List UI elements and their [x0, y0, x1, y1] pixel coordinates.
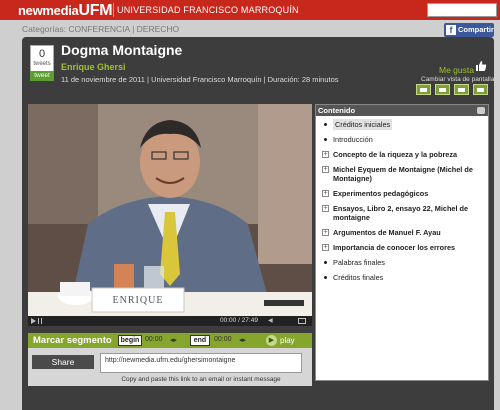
chapter-list: Créditos iniciales Introducción + Concept…: [316, 116, 488, 282]
expand-icon[interactable]: +: [322, 229, 329, 236]
share-url-field[interactable]: http://newmedia.ufm.edu/ghersimontaigne: [100, 353, 302, 373]
segment-title: Marcar segmento: [33, 335, 112, 346]
layout-icon: [439, 88, 446, 92]
top-header: newmediaUFM UNIVERSIDAD FRANCISCO MARROQ…: [0, 0, 500, 20]
video-frame-image: [28, 104, 312, 316]
chapter-item[interactable]: + Ensayos, Libro 2, ensayo 22, Michel de …: [322, 204, 488, 222]
chapter-item[interactable]: Introducción: [322, 135, 488, 144]
facebook-share-button[interactable]: f Compartir: [444, 23, 494, 37]
share-area: Share http://newmedia.ufm.edu/ghersimont…: [28, 348, 312, 386]
share-hint: Copy and paste this link to an email or …: [121, 376, 281, 383]
chapter-label: Concepto de la riqueza y la pobreza: [333, 150, 458, 159]
chapter-item[interactable]: + Argumentos de Manuel F. Ayau: [322, 228, 488, 237]
bullet-icon: [324, 276, 327, 279]
end-time: 00:00: [214, 336, 232, 343]
brand-logo[interactable]: newmediaUFM: [18, 2, 113, 20]
tweet-count-label: tweets: [33, 61, 51, 67]
tweet-count: 0: [38, 48, 46, 60]
chapter-item[interactable]: Créditos iniciales: [322, 119, 488, 130]
end-button[interactable]: end: [190, 335, 210, 346]
brand-divider: [113, 3, 114, 17]
chapter-item[interactable]: Palabras finales: [322, 258, 488, 267]
contents-title: Contenido: [318, 106, 356, 115]
end-stepper-icon[interactable]: ◂▸: [239, 336, 246, 344]
search-input[interactable]: [427, 3, 497, 17]
chapter-label: Experimentos pedagógicos: [333, 189, 429, 198]
contents-panel: Contenido Créditos iniciales Introducció…: [315, 104, 489, 381]
chapter-item[interactable]: Créditos finales: [322, 273, 488, 282]
video-author[interactable]: Enrique Ghersi: [61, 62, 126, 72]
video-title: Dogma Montaigne: [61, 42, 183, 58]
bullet-icon: [324, 123, 327, 126]
facebook-icon: f: [446, 25, 456, 35]
share-button[interactable]: Share: [32, 355, 94, 369]
bullet-icon: [324, 261, 327, 264]
view-switcher: [416, 84, 490, 96]
expand-icon[interactable]: +: [322, 244, 329, 251]
category-links[interactable]: CONFERENCIA | DERECHO: [68, 24, 179, 34]
bullet-icon: [324, 138, 327, 141]
contents-header: Contenido: [316, 105, 488, 116]
chapter-label: Argumentos de Manuel F. Ayau: [333, 228, 441, 237]
chapter-label: Ensayos, Libro 2, ensayo 22, Michel de m…: [333, 204, 469, 222]
chapter-item[interactable]: + Importancia de conocer los errores: [322, 243, 488, 252]
video-player[interactable]: ENRIQUE: [28, 104, 312, 316]
chapter-item[interactable]: + Michel Eyquem de Montaigne (Michel de M…: [322, 165, 488, 183]
university-name: UNIVERSIDAD FRANCISCO MARROQUÍN: [117, 5, 299, 15]
view-small-button[interactable]: [416, 84, 431, 95]
category-label: Categorías:: [22, 24, 66, 34]
play-icon[interactable]: [31, 318, 36, 324]
play-segment-icon[interactable]: ▶: [266, 335, 277, 346]
view-large-button[interactable]: [454, 84, 469, 95]
chapter-label: Importancia de conocer los errores: [333, 243, 456, 252]
segment-bar: Marcar segmento begin 00:00 ◂▸ end 00:00…: [28, 333, 312, 348]
brand-prefix: newmedia: [18, 3, 79, 18]
chapter-label: Michel Eyquem de Montaigne (Michel de Mo…: [333, 165, 473, 183]
thumbs-up-icon[interactable]: [475, 60, 487, 73]
layout-icon: [458, 88, 465, 92]
fullscreen-icon[interactable]: [298, 318, 306, 324]
chapter-label: Créditos iniciales: [333, 119, 393, 130]
view-switcher-label: Cambiar vista de pantalla: [421, 76, 495, 83]
begin-stepper-icon[interactable]: ◂▸: [170, 336, 177, 344]
volume-icon[interactable]: ◀: [268, 318, 276, 324]
player-time: 00:00 / 27:49: [220, 317, 258, 324]
chapter-item[interactable]: + Concepto de la riqueza y la pobreza: [322, 150, 488, 159]
expand-icon[interactable]: +: [322, 190, 329, 197]
like-button[interactable]: Me gusta: [439, 65, 474, 75]
pause-icon[interactable]: [38, 318, 42, 324]
chapter-item[interactable]: + Experimentos pedagógicos: [322, 189, 488, 198]
layout-icon: [420, 88, 427, 92]
collapse-icon[interactable]: [477, 107, 485, 114]
begin-time: 00:00: [145, 336, 163, 343]
speaker-nameplate: ENRIQUE: [112, 295, 164, 306]
layout-icon: [477, 88, 484, 92]
player-controls: 00:00 / 27:49 ◀: [28, 316, 312, 326]
category-line: Categorías: CONFERENCIA | DERECHO: [22, 24, 179, 34]
chapter-label: Créditos finales: [333, 273, 384, 282]
brand-main: UFM: [78, 2, 113, 19]
chapter-label: Palabras finales: [333, 258, 385, 267]
begin-button[interactable]: begin: [118, 335, 142, 346]
tweet-button[interactable]: tweet: [30, 71, 54, 81]
video-meta: 11 de noviembre de 2011 | Universidad Fr…: [61, 75, 339, 84]
expand-icon[interactable]: +: [322, 166, 329, 173]
chapter-label: Introducción: [333, 135, 373, 144]
play-segment-label[interactable]: play: [280, 336, 295, 345]
expand-icon[interactable]: +: [322, 205, 329, 212]
view-full-button[interactable]: [473, 84, 488, 95]
facebook-share-label: Compartir: [458, 25, 494, 34]
expand-icon[interactable]: +: [322, 151, 329, 158]
view-medium-button[interactable]: [435, 84, 450, 95]
